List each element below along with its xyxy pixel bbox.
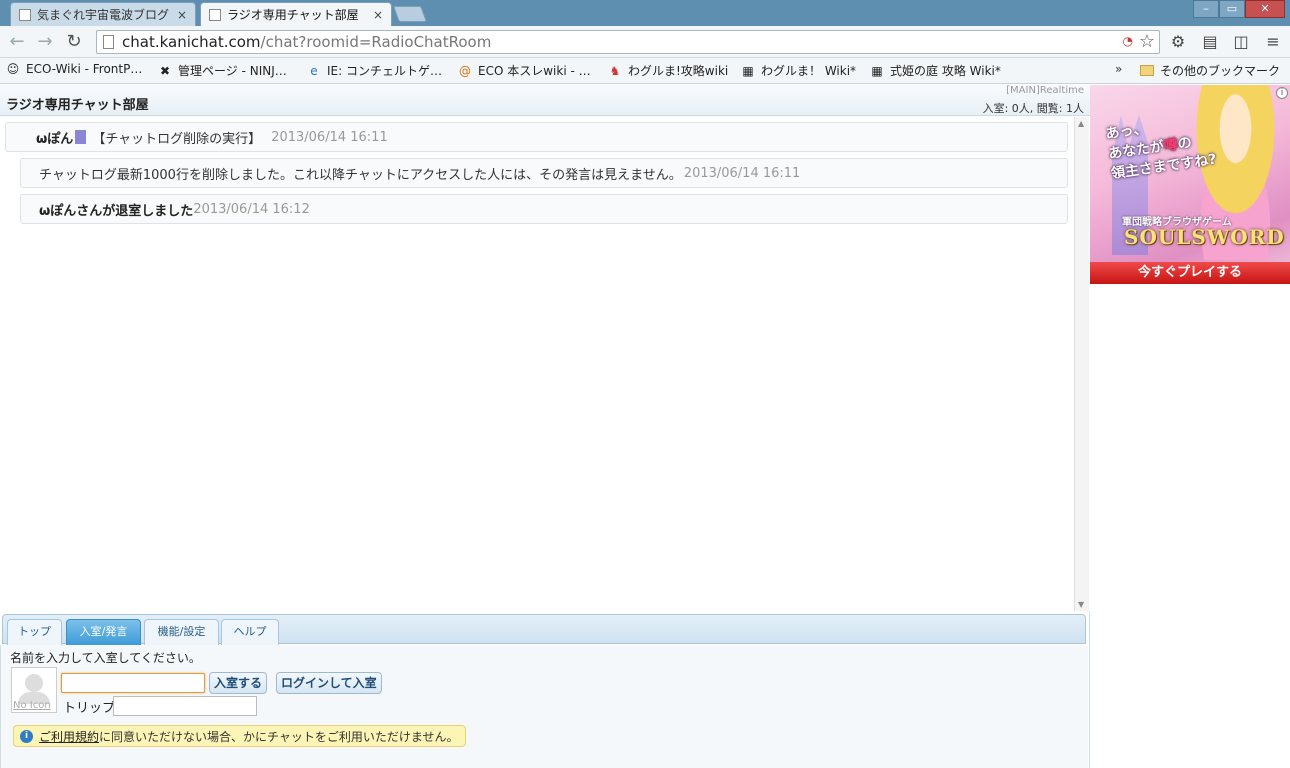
- bookmarks-bar: ☺ ECO-Wiki - FrontP… ✖ 管理ページ - NINJ… e IE: …: [0, 58, 1290, 84]
- bookmark-item[interactable]: ☺ ECO-Wiki - FrontP…: [6, 62, 143, 76]
- maximize-button[interactable]: ▭: [1219, 0, 1245, 18]
- ad-info-icon[interactable]: i: [1276, 87, 1288, 99]
- reload-icon[interactable]: ↻: [63, 31, 85, 52]
- bookmarks-overflow-chevron[interactable]: »: [1115, 62, 1122, 76]
- forward-arrow-icon[interactable]: →: [34, 31, 56, 52]
- chat-log-scrollbar[interactable]: ▲ ▼: [1074, 117, 1089, 611]
- info-icon: i: [20, 729, 33, 743]
- tab-top[interactable]: トップ: [7, 619, 62, 645]
- chat-page: ラジオ専用チャット部屋 [MAIN]Realtime 入室: 0人, 閲覧: 1…: [0, 85, 1290, 768]
- avatar[interactable]: No Icon: [11, 667, 57, 713]
- tab-title: 気まぐれ宇宙電波ブログ: [37, 8, 170, 22]
- browser-tab-chat[interactable]: ラジオ専用チャット部屋 ×: [200, 2, 392, 26]
- ie-icon: e: [310, 63, 318, 78]
- enter-prompt: 名前を入力して入室してください。: [10, 651, 201, 665]
- control-panel: トップ 入室/発言 機能/設定 ヘルプ 名前を入力して入室してください。 No …: [0, 611, 1090, 768]
- extension-badge-icon[interactable]: ▤: [1200, 32, 1220, 52]
- close-icon[interactable]: ×: [373, 8, 383, 22]
- ad-logo: SOULSWORD: [1124, 225, 1285, 249]
- panel-tab-bar: トップ 入室/発言 機能/設定 ヘルプ: [2, 614, 1086, 645]
- system-message: ωぽんさんが退室しました 2013/06/14 16:12: [20, 194, 1068, 224]
- close-window-button[interactable]: ✕: [1245, 0, 1285, 18]
- tab-title: ラジオ専用チャット部屋: [227, 8, 359, 22]
- chat-message: ωぽん 【チャットログ削除の実行】 2013/06/14 16:11: [5, 122, 1068, 152]
- chat-log: ωぽん 【チャットログ削除の実行】 2013/06/14 16:11 チャットロ…: [0, 117, 1074, 611]
- back-arrow-icon[interactable]: ←: [6, 31, 28, 52]
- terms-notice: i ご利用規約 に同意いただけない場合、かにチャットをご利用いただけません。: [13, 725, 466, 747]
- no-icon-label: No Icon: [13, 700, 51, 711]
- tab-help[interactable]: ヘルプ: [221, 619, 279, 645]
- message-text: チャットログ最新1000行を削除しました。これ以降チャットにアクセスした人には、…: [39, 167, 682, 183]
- extension-icon[interactable]: ◔: [1123, 34, 1133, 48]
- bookmark-item[interactable]: @ ECO 本スレwiki - …: [458, 62, 591, 79]
- browser-toolbar: ← → ↻ chat.kanichat.com/chat?roomid=Radi…: [0, 26, 1290, 58]
- wiki-icon: ▦: [871, 63, 883, 78]
- scroll-up-arrow-icon[interactable]: ▲: [1078, 119, 1084, 128]
- page-icon: [103, 35, 114, 49]
- bookmark-item[interactable]: ✖ 管理ページ - NINJ…: [158, 62, 287, 79]
- user-color-swatch: [75, 130, 87, 144]
- close-icon[interactable]: ×: [177, 8, 187, 22]
- tab-settings[interactable]: 機能/設定: [144, 619, 219, 645]
- wiki-icon: ▦: [742, 63, 754, 78]
- message-user: ωぽん: [36, 131, 74, 147]
- bookmark-item[interactable]: e IE: コンチェルトゲ…: [307, 62, 442, 79]
- ad-play-button[interactable]: 今すぐプレイする: [1090, 262, 1290, 284]
- message-time: 2013/06/14 16:11: [271, 129, 388, 145]
- browser-tab-blog[interactable]: 気まぐれ宇宙電波ブログ ×: [10, 2, 196, 26]
- site-icon: ☺: [6, 62, 20, 76]
- menu-icon[interactable]: ≡: [1263, 32, 1283, 52]
- at-icon: @: [459, 63, 471, 78]
- room-mode: [MAIN]Realtime: [1006, 85, 1084, 96]
- browser-tab-strip: 気まぐれ宇宙電波ブログ × ラジオ専用チャット部屋 × – ▭ ✕: [0, 0, 1290, 26]
- message-text: ωぽんさんが退室しました: [39, 203, 194, 219]
- room-stats: 入室: 0人, 閲覧: 1人: [982, 102, 1084, 115]
- tab-enter-post[interactable]: 入室/発言: [66, 619, 141, 645]
- url-path: /chat?roomid=RadioChatRoom: [260, 33, 492, 51]
- bookmark-item[interactable]: ▦ 式姫の庭 攻略 Wiki*: [870, 62, 1001, 79]
- gear-icon[interactable]: ⚙: [1168, 32, 1188, 52]
- new-tab-button[interactable]: [393, 6, 427, 22]
- ad-banner[interactable]: あっ、 あなたが噂の 領主さまですね? 軍団戦略ブラウザゲーム SOULSWOR…: [1090, 85, 1290, 284]
- system-message: チャットログ最新1000行を削除しました。これ以降チャットにアクセスした人には、…: [20, 158, 1068, 188]
- enter-form: 名前を入力して入室してください。 No Icon 入室する ログインして入室 ト…: [0, 645, 1088, 768]
- user-silhouette-icon: [25, 674, 43, 692]
- page-icon: [19, 8, 31, 21]
- name-input[interactable]: [61, 673, 205, 693]
- page-icon: [209, 8, 221, 21]
- other-bookmarks-folder[interactable]: その他のブックマーク: [1140, 62, 1280, 79]
- unicorn-icon: ♞: [609, 63, 621, 78]
- trip-input[interactable]: [113, 696, 257, 716]
- bookmark-item[interactable]: ♞ わグルま!攻略wiki: [608, 62, 729, 79]
- bookmark-item[interactable]: ▦ わグルま！ Wiki*: [741, 62, 856, 79]
- room-header: ラジオ専用チャット部屋 [MAIN]Realtime 入室: 0人, 閲覧: 1…: [0, 85, 1090, 116]
- terms-link[interactable]: ご利用規約: [39, 728, 99, 745]
- message-text: 【チャットログ削除の実行】: [92, 131, 262, 147]
- minimize-button[interactable]: –: [1193, 0, 1219, 18]
- room-title: ラジオ専用チャット部屋: [6, 98, 149, 113]
- terms-notice-text: に同意いただけない場合、かにチャットをご利用いただけません。: [99, 729, 459, 744]
- trip-label: トリップ: [63, 701, 116, 716]
- login-enter-button[interactable]: ログインして入室: [276, 672, 382, 694]
- folder-icon: [1140, 65, 1154, 76]
- ie-tab-icon[interactable]: ◫: [1231, 32, 1251, 52]
- scroll-down-arrow-icon[interactable]: ▼: [1078, 600, 1084, 609]
- message-time: 2013/06/14 16:11: [683, 165, 801, 181]
- enter-button[interactable]: 入室する: [209, 672, 268, 694]
- ninja-star-icon: ✖: [159, 63, 171, 78]
- message-time: 2013/06/14 16:12: [193, 201, 310, 217]
- address-bar[interactable]: chat.kanichat.com/chat?roomid=RadioChatR…: [96, 30, 1160, 54]
- url-host: chat.kanichat.com: [122, 33, 261, 51]
- bookmark-star-icon[interactable]: ☆: [1139, 31, 1155, 52]
